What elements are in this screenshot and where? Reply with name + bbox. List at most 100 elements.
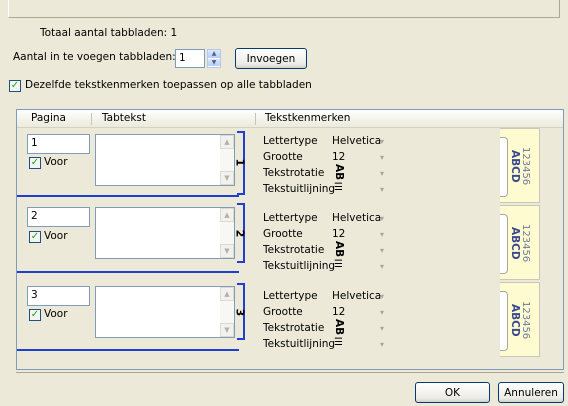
column-separator	[255, 113, 256, 125]
tab-text-area[interactable]: ▲ ▼	[95, 286, 235, 338]
column-separator	[91, 113, 92, 125]
align-label: Tekstuitlijning	[263, 338, 336, 350]
rotation-label: Tekstrotatie	[263, 322, 325, 334]
dropdown-arrow-icon[interactable]: ▾	[380, 340, 384, 349]
row-divider	[17, 349, 239, 351]
preview-letters: ABCD	[509, 150, 521, 183]
preview-digits: 123456	[520, 147, 531, 186]
dropdown-arrow-icon[interactable]: ▾	[380, 246, 384, 255]
page-input[interactable]: 2	[27, 207, 90, 227]
tabs-table: Pagina Tabtekst Tekstkenmerken 1 ✓ Voor …	[16, 109, 564, 370]
dropdown-arrow-icon[interactable]: ▾	[380, 214, 384, 223]
spin-down-icon[interactable]: ▼	[208, 58, 220, 67]
same-props-checkbox[interactable]: ✓	[9, 80, 21, 92]
scroll-down-icon[interactable]: ▼	[220, 323, 234, 337]
rotation-label: Tekstrotatie	[263, 244, 325, 256]
dropdown-arrow-icon[interactable]: ▾	[380, 308, 384, 317]
align-icon[interactable]: ☰	[334, 182, 343, 193]
checkmark-icon: ✓	[30, 157, 40, 168]
insert-count-label: Aantal in te voegen tabbladen:	[13, 51, 176, 63]
preview-digits: 123456	[520, 224, 531, 263]
column-header-tabtext[interactable]: Tabtekst	[102, 110, 146, 128]
ok-button[interactable]: OK	[415, 382, 490, 403]
tab-preview: ABCD 123456	[500, 205, 540, 280]
dropdown-arrow-icon[interactable]: ▾	[380, 137, 384, 146]
dropdown-arrow-icon[interactable]: ▾	[380, 185, 384, 194]
scrollbar[interactable]: ▲ ▼	[220, 208, 234, 258]
voor-label: Voor	[44, 156, 68, 168]
scrollbar[interactable]: ▲ ▼	[220, 135, 234, 185]
preview-text: ABCD 123456	[500, 206, 540, 281]
scrollbar[interactable]: ▲ ▼	[220, 287, 234, 337]
voor-checkbox[interactable]: ✓	[29, 231, 41, 243]
checkmark-icon: ✓	[10, 80, 20, 91]
scroll-down-icon[interactable]: ▼	[220, 244, 234, 258]
checkmark-icon: ✓	[30, 309, 40, 320]
rotation-label: Tekstrotatie	[263, 167, 325, 179]
row-divider	[17, 271, 239, 273]
size-value[interactable]: 12	[332, 306, 345, 318]
scroll-up-icon[interactable]: ▲	[220, 208, 234, 222]
spin-up-icon[interactable]: ▲	[208, 50, 220, 59]
insert-count-input[interactable]: 1	[175, 49, 205, 68]
tab-number: 2	[233, 229, 247, 238]
tab-text-area[interactable]: ▲ ▼	[95, 207, 235, 259]
preview-letters: ABCD	[509, 304, 521, 337]
insert-button[interactable]: Invoegen	[235, 48, 307, 69]
size-label: Grootte	[263, 228, 303, 240]
rotation-value[interactable]: AB	[333, 319, 345, 335]
page-input[interactable]: 3	[27, 286, 90, 306]
rotation-value[interactable]: AB	[333, 164, 345, 180]
font-value[interactable]: Helvetica	[332, 212, 381, 224]
dropdown-arrow-icon[interactable]: ▾	[380, 169, 384, 178]
tab-number: 3	[233, 308, 247, 317]
align-label: Tekstuitlijning	[263, 183, 336, 195]
same-props-label: Dezelfde tekstkenmerken toepassen op all…	[25, 79, 312, 91]
font-label: Lettertype	[263, 212, 318, 224]
tab-preview: ABCD 123456	[500, 128, 540, 203]
divider	[16, 372, 564, 373]
column-header-page[interactable]: Pagina	[31, 110, 66, 128]
tab-text-area[interactable]: ▲ ▼	[95, 134, 235, 186]
checkmark-icon: ✓	[30, 231, 40, 242]
font-value[interactable]: Helvetica	[332, 290, 381, 302]
scroll-up-icon[interactable]: ▲	[220, 135, 234, 149]
align-icon[interactable]: ☰	[334, 337, 343, 348]
size-label: Grootte	[263, 151, 303, 163]
align-icon[interactable]: ☰	[334, 259, 343, 270]
column-header-textprops[interactable]: Tekstkenmerken	[265, 110, 350, 128]
total-tabs-label: Totaal aantal tabbladen: 1	[40, 27, 178, 39]
preview-digits: 123456	[520, 301, 531, 340]
voor-label: Voor	[44, 308, 68, 320]
tab-number: 1	[233, 158, 247, 167]
preview-text: ABCD 123456	[500, 129, 540, 204]
top-panel-edge	[8, 0, 560, 18]
size-value[interactable]: 12	[332, 151, 345, 163]
voor-label: Voor	[44, 230, 68, 242]
preview-text: ABCD 123456	[500, 283, 540, 358]
page-input[interactable]: 1	[27, 134, 90, 154]
scroll-down-icon[interactable]: ▼	[220, 171, 234, 185]
size-label: Grootte	[263, 306, 303, 318]
dropdown-arrow-icon[interactable]: ▾	[380, 292, 384, 301]
dropdown-arrow-icon[interactable]: ▾	[380, 262, 384, 271]
dropdown-arrow-icon[interactable]: ▾	[380, 324, 384, 333]
size-value[interactable]: 12	[332, 228, 345, 240]
preview-letters: ABCD	[509, 227, 521, 260]
dropdown-arrow-icon[interactable]: ▾	[380, 230, 384, 239]
insert-count-spinner[interactable]: ▲ ▼	[207, 49, 221, 68]
voor-checkbox[interactable]: ✓	[29, 309, 41, 321]
font-label: Lettertype	[263, 290, 318, 302]
dropdown-arrow-icon[interactable]: ▾	[380, 153, 384, 162]
rotation-value[interactable]: AB	[333, 241, 345, 257]
scroll-up-icon[interactable]: ▲	[220, 287, 234, 301]
tab-preview: ABCD 123456	[500, 282, 540, 357]
align-label: Tekstuitlijning	[263, 260, 336, 272]
table-header: Pagina Tabtekst Tekstkenmerken	[17, 110, 563, 128]
font-value[interactable]: Helvetica	[332, 135, 381, 147]
font-label: Lettertype	[263, 135, 318, 147]
row-divider	[17, 195, 239, 197]
voor-checkbox[interactable]: ✓	[29, 157, 41, 169]
cancel-button[interactable]: Annuleren	[498, 382, 564, 403]
total-tabs-value: 1	[170, 27, 178, 39]
